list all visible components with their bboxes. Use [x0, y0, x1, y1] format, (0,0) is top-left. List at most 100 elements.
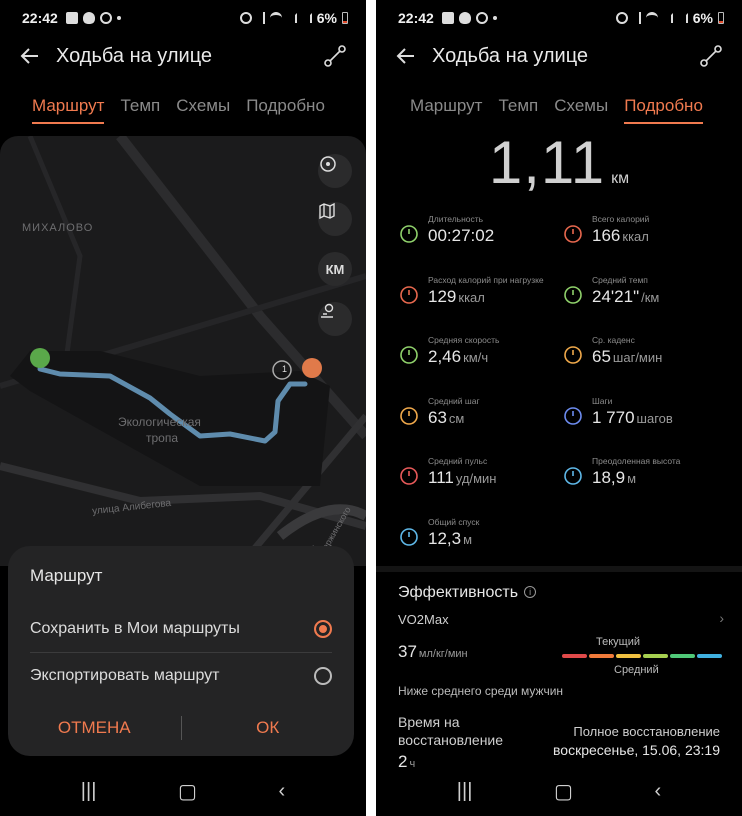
metric-value: 1 770: [592, 407, 635, 427]
nav-back-icon[interactable]: ‹: [279, 780, 286, 803]
metric-value-row: 63 см: [428, 408, 464, 428]
metric-unit: /км: [641, 289, 660, 305]
app-header: Ходьба на улице: [394, 40, 724, 72]
distance-display: 1,11 км: [376, 128, 742, 197]
recovery-time-label: Время на восстановление: [398, 714, 504, 748]
metric-label: Преодоленная высота: [592, 456, 681, 466]
locate-button[interactable]: [318, 154, 352, 188]
gallery-icon: [65, 12, 78, 24]
route-map[interactable]: 1 МИХАЛОВО Экологическая тропа улица Али…: [0, 136, 366, 566]
metric-6: Средний шаг 63 см: [398, 396, 558, 440]
tab-charts[interactable]: Схемы: [554, 96, 608, 124]
metric-7: Шаги 1 770 шагов: [562, 396, 722, 440]
metric-value: 12,3: [428, 528, 462, 548]
system-nav-bar: ||| ▢ ‹: [0, 776, 366, 806]
route-pin-button[interactable]: [318, 302, 352, 336]
alarm-icon: [615, 12, 628, 24]
battery-icon: [718, 12, 724, 24]
recents-icon[interactable]: |||: [81, 780, 97, 803]
full-recovery-label: Полное восстановление: [573, 724, 720, 739]
metric-value-row: 65 шаг/мин: [592, 347, 662, 367]
descent-icon: [400, 527, 418, 546]
metric-value-row: 12,3 м: [428, 529, 472, 549]
tab-pace[interactable]: Темп: [498, 96, 538, 124]
recents-icon[interactable]: |||: [457, 780, 473, 803]
more-dot-icon: [492, 16, 497, 20]
back-arrow-icon[interactable]: [18, 44, 42, 68]
metric-value: 63: [428, 407, 447, 427]
flame-icon: [400, 285, 418, 304]
status-bar: 22:42 6%: [22, 8, 348, 28]
metric-9: Преодоленная высота 18,9 м: [562, 456, 722, 500]
full-recovery-value: воскресенье, 15.06, 23:19: [553, 742, 720, 758]
ok-button[interactable]: ОК: [182, 718, 355, 738]
efficiency-section-title: Эффективность i: [398, 584, 537, 602]
scale-average-label: Средний: [614, 664, 659, 676]
metric-value-row: 00:27:02: [428, 226, 496, 246]
scale-segment: [643, 654, 668, 658]
pace-gauge-icon: [564, 285, 582, 304]
map-label-mikhalovo: МИХАЛОВО: [22, 222, 94, 234]
metric-unit: ккал: [458, 289, 485, 305]
metric-value-row: 24'21"/км: [592, 287, 659, 307]
section-divider: [376, 566, 742, 572]
tab-route[interactable]: Маршрут: [410, 96, 482, 124]
tab-bar: Маршрут Темп Схемы Подробно: [32, 96, 325, 124]
tab-pace[interactable]: Темп: [120, 96, 160, 124]
metric-label: Средняя скорость: [428, 335, 500, 345]
left-screen: 22:42 6% Ходьба на улице Маршрут Темп Сх: [0, 0, 366, 816]
tab-details[interactable]: Подробно: [246, 96, 325, 124]
nav-back-icon[interactable]: ‹: [655, 780, 662, 803]
scale-segment: [562, 654, 587, 658]
distance-value: 1,11: [488, 129, 606, 196]
fan-icon: [475, 12, 488, 24]
option-export-route[interactable]: Экспортировать маршрут: [30, 653, 332, 699]
vo2max-value: 37: [398, 642, 417, 661]
vo2max-label: VO2Max: [398, 612, 449, 627]
heart-icon: [400, 467, 418, 485]
tab-charts[interactable]: Схемы: [176, 96, 230, 124]
page-title: Ходьба на улице: [432, 44, 589, 67]
footsteps-icon: [400, 406, 418, 425]
map-canvas: [0, 136, 366, 566]
signal-icon-2: [678, 13, 688, 23]
flame-notification-icon: [82, 12, 95, 24]
metric-label: Длительность: [428, 214, 484, 224]
radio-save[interactable]: [314, 620, 332, 638]
back-arrow-icon[interactable]: [394, 44, 418, 68]
alarm-icon: [239, 12, 252, 24]
gallery-icon: [441, 12, 454, 24]
map-type-button[interactable]: [318, 202, 352, 236]
system-nav-bar: ||| ▢ ‹: [376, 776, 742, 806]
radio-export[interactable]: [314, 667, 332, 685]
status-time: 22:42: [398, 10, 434, 26]
units-km-button[interactable]: КМ: [318, 252, 352, 286]
map-label-eco-trail-2: тропа: [146, 431, 179, 445]
tab-details[interactable]: Подробно: [624, 96, 703, 124]
metric-label: Средний пульс: [428, 456, 488, 466]
wifi-icon: [269, 12, 282, 24]
distance-unit: км: [611, 170, 630, 187]
route-icon[interactable]: [698, 43, 724, 69]
timer-icon: [400, 225, 418, 243]
route-dialog: Маршрут Сохранить в Мои маршруты Экспорт…: [8, 546, 354, 756]
route-icon[interactable]: [322, 43, 348, 69]
climb-icon: [564, 467, 582, 485]
info-icon[interactable]: i: [524, 586, 537, 598]
calories-icon: [564, 225, 582, 243]
home-icon[interactable]: ▢: [554, 779, 573, 804]
metric-2: Расход калорий при нагрузке 129 ккал: [398, 275, 558, 319]
scale-segment: [616, 654, 641, 658]
cancel-button[interactable]: ОТМЕНА: [8, 718, 181, 738]
home-icon[interactable]: ▢: [178, 779, 197, 804]
dialog-title: Маршрут: [30, 566, 103, 585]
chevron-right-icon[interactable]: ›: [719, 610, 724, 626]
metric-value-row: 111 уд/мин: [428, 468, 497, 488]
tab-route[interactable]: Маршрут: [32, 96, 105, 124]
scale-current-label: Текущий: [596, 636, 640, 648]
bluetooth-icon: [633, 12, 641, 24]
wifi-icon: [645, 12, 658, 24]
option-save-route[interactable]: Сохранить в Мои маршруты: [30, 606, 332, 652]
metric-value: 18,9: [592, 468, 626, 487]
status-time: 22:42: [22, 10, 58, 26]
